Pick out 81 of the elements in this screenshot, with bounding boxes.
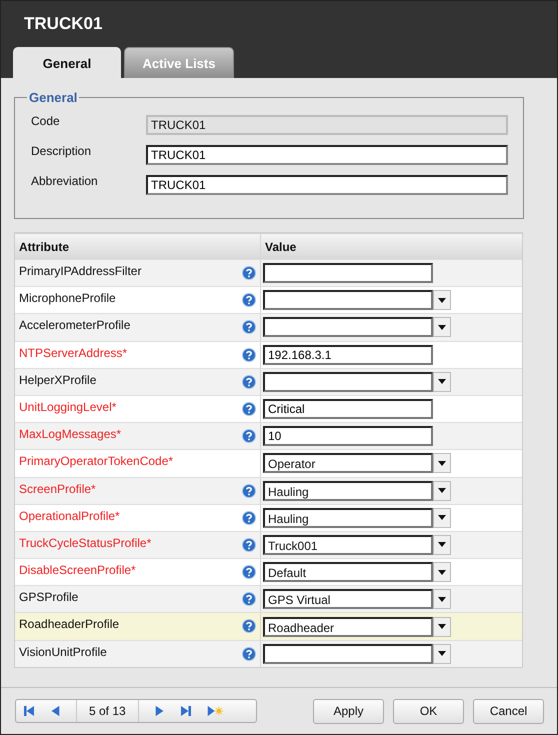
field-label: Description <box>31 143 92 158</box>
dialog-button[interactable]: OK <box>393 698 464 724</box>
group-legend: General <box>27 90 80 105</box>
table-row[interactable]: MaxLogMessages* 10 <box>15 422 522 450</box>
dropdown[interactable] <box>263 644 451 664</box>
table-row[interactable]: GPSProfile GPS Virtual <box>15 585 522 612</box>
table-row[interactable]: OperationalProfile* Hauling <box>15 504 522 531</box>
table-row[interactable]: NTPServerAddress* 192.168.3.1 <box>15 340 522 368</box>
previous-icon <box>50 705 60 717</box>
value-field[interactable]: 192.168.3.1 <box>263 344 433 365</box>
attribute-name: MaxLogMessages* <box>19 427 122 442</box>
help-icon[interactable] <box>242 592 256 606</box>
table-row[interactable]: TruckCycleStatusProfile* Truck001 <box>15 530 522 558</box>
caret-icon <box>438 324 446 330</box>
help-icon[interactable] <box>242 266 256 280</box>
caret-icon <box>438 596 446 602</box>
caret-icon <box>438 298 446 303</box>
caret-icon <box>438 488 446 494</box>
field-label: Code <box>31 113 61 128</box>
help-icon[interactable] <box>242 484 256 498</box>
caret-icon <box>438 379 446 384</box>
value-field[interactable]: 10 <box>263 426 433 446</box>
help-icon[interactable] <box>242 619 256 634</box>
input-field[interactable]: TRUCK01 <box>146 175 508 195</box>
column-header: Value <box>264 239 298 256</box>
field-label: Abbreviation <box>31 173 99 188</box>
table-row[interactable]: PrimaryIPAddressFilter <box>15 259 522 286</box>
value-field[interactable] <box>263 263 433 284</box>
tab[interactable]: General <box>13 47 121 78</box>
attribute-name: NTPServerAddress* <box>19 346 128 360</box>
last-page-icon <box>180 705 191 717</box>
dropdown[interactable] <box>263 317 451 338</box>
table-row[interactable]: UnitLoggingLevel* Critical <box>15 394 522 422</box>
attribute-name: ScreenProfile* <box>19 482 96 496</box>
input-field[interactable]: TRUCK01 <box>146 145 508 165</box>
caret-icon <box>438 542 446 548</box>
help-icon[interactable] <box>242 348 256 362</box>
attribute-name: RoadheaderProfile <box>19 617 120 632</box>
caret-icon <box>438 460 446 466</box>
caret-icon <box>438 570 446 575</box>
caret-icon <box>438 651 446 656</box>
window-title: TRUCK01 <box>23 13 102 35</box>
table-row[interactable]: AccelerometerProfile <box>15 313 522 341</box>
help-icon[interactable] <box>242 510 256 525</box>
table-row[interactable]: PrimaryOperatorTokenCode* Operator <box>15 449 522 476</box>
caret-icon <box>438 624 446 630</box>
attribute-name: UnitLoggingLevel* <box>19 400 116 414</box>
dialog-button[interactable]: Cancel <box>473 698 544 724</box>
help-icon[interactable] <box>242 293 256 308</box>
page-position: 5 of 13 <box>76 700 139 722</box>
help-icon[interactable] <box>242 429 256 444</box>
help-icon[interactable] <box>242 646 256 661</box>
value-field[interactable]: Critical <box>263 399 433 420</box>
new-record-icon <box>206 705 224 717</box>
caret-icon <box>438 515 446 520</box>
attribute-name: DisableScreenProfile* <box>19 563 136 578</box>
attribute-name: PrimaryOperatorTokenCode* <box>19 454 174 468</box>
help-icon[interactable] <box>242 320 256 334</box>
table-row[interactable]: HelperXProfile <box>15 368 522 395</box>
dropdown[interactable] <box>263 290 451 310</box>
table-row[interactable]: ScreenProfile* Hauling <box>15 476 522 504</box>
table-row[interactable]: DisableScreenProfile* Default <box>15 558 522 586</box>
first-page-icon <box>24 705 34 717</box>
table-row[interactable]: MicrophoneProfile <box>15 286 522 314</box>
attribute-name: GPSProfile <box>19 590 78 604</box>
attribute-name: MicrophoneProfile <box>19 291 116 306</box>
table-row[interactable]: RoadheaderProfile Roadheader <box>15 612 522 640</box>
dropdown[interactable] <box>263 372 451 392</box>
attribute-name: PrimaryIPAddressFilter <box>19 264 142 278</box>
attribute-name: OperationalProfile* <box>19 508 120 523</box>
attribute-name: AccelerometerProfile <box>19 318 130 332</box>
help-icon[interactable] <box>242 402 256 416</box>
help-icon[interactable] <box>242 565 256 580</box>
next-icon <box>154 705 165 717</box>
help-icon[interactable] <box>242 374 256 389</box>
attribute-name: HelperXProfile <box>19 372 96 387</box>
help-icon[interactable] <box>242 538 256 552</box>
attribute-name: VisionUnitProfile <box>19 644 107 659</box>
attribute-name: TruckCycleStatusProfile* <box>19 536 152 550</box>
dialog-button[interactable]: Apply <box>313 698 384 724</box>
table-row[interactable]: VisionUnitProfile <box>15 640 522 667</box>
